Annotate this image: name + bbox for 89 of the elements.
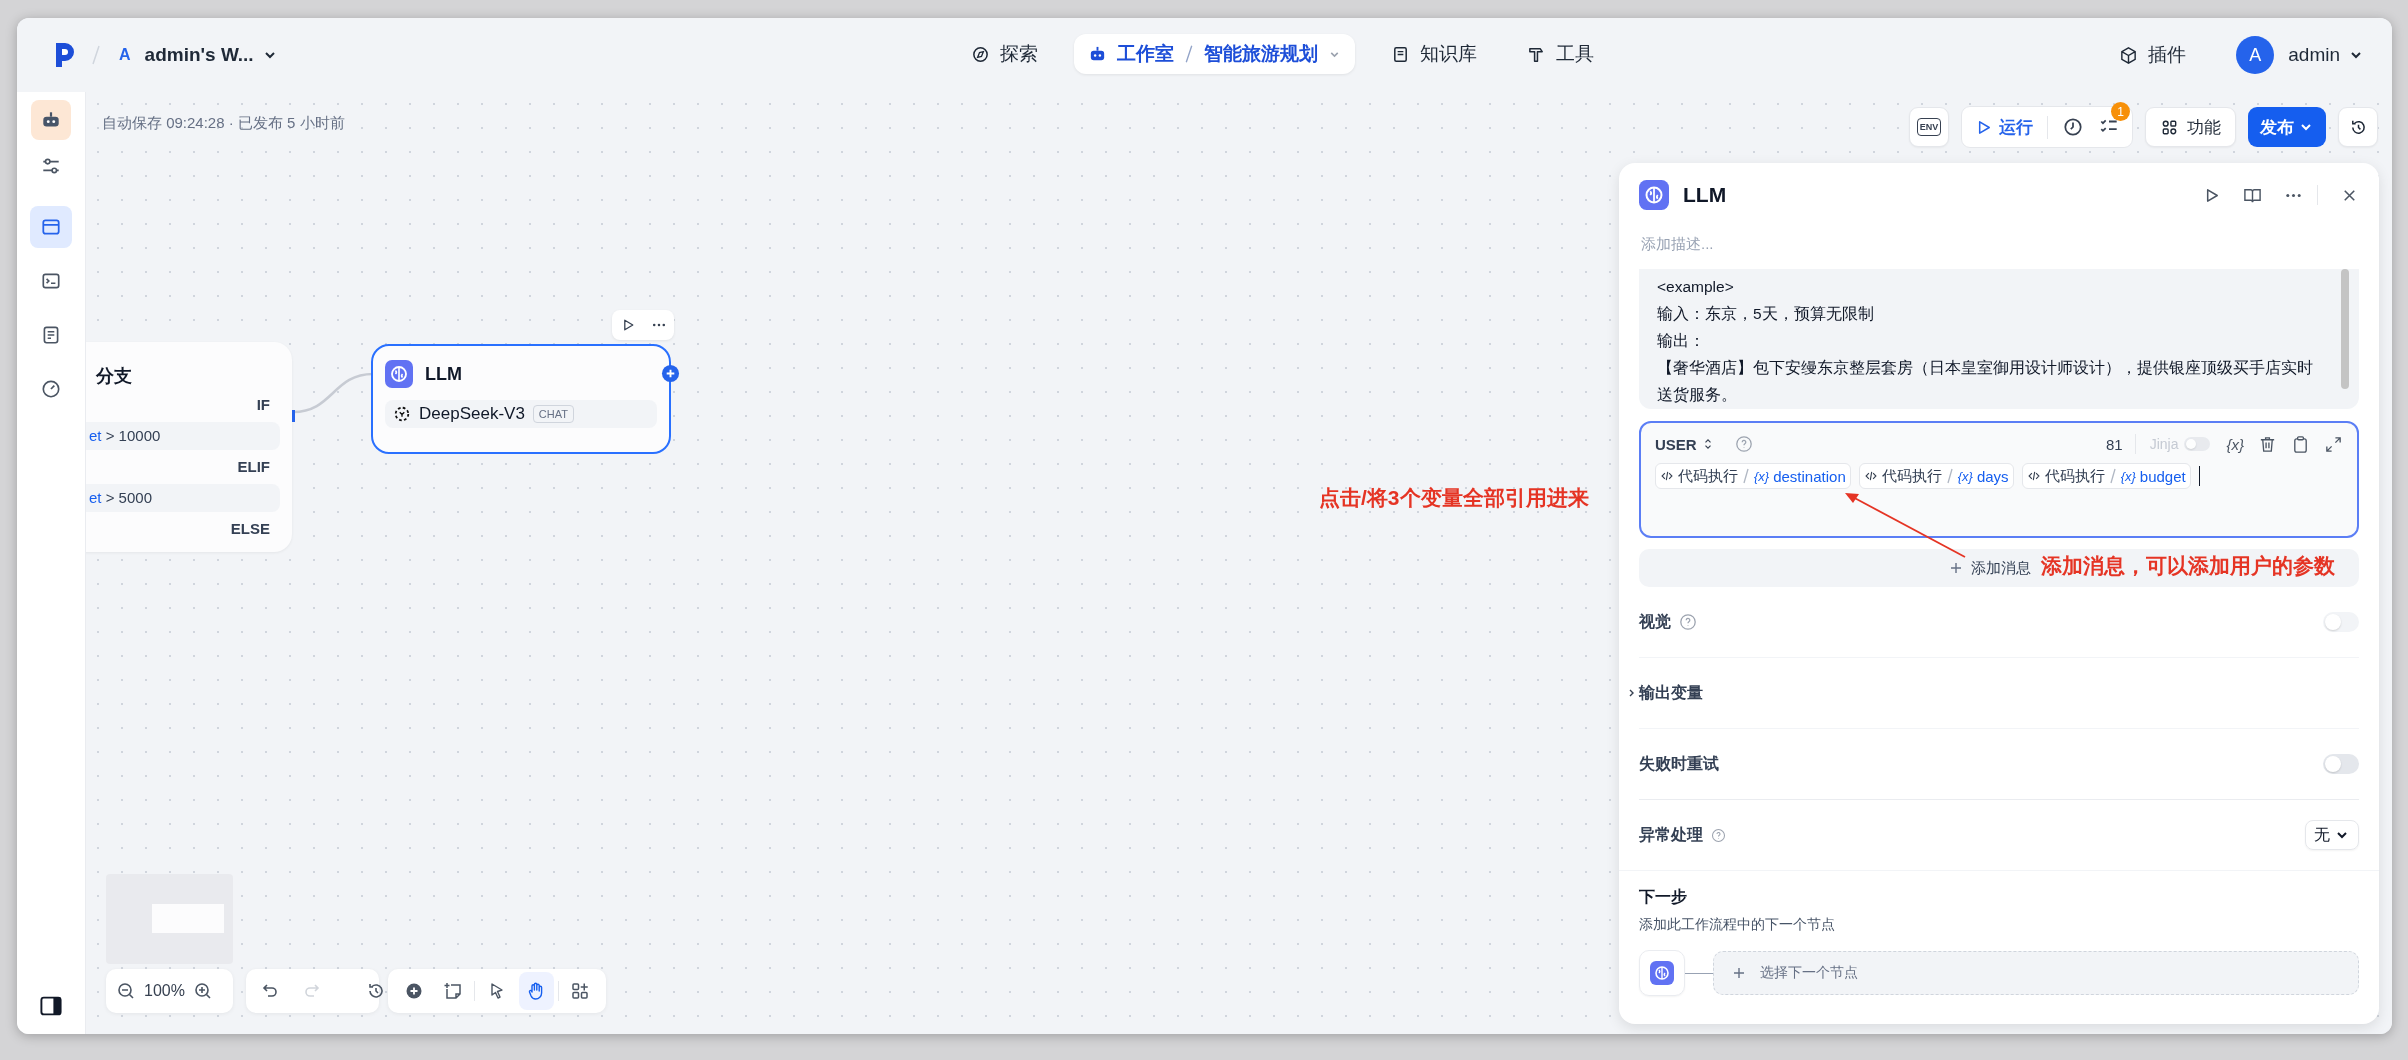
user-menu[interactable]: admin: [2288, 44, 2364, 66]
divider-slash: [2108, 467, 2117, 485]
vision-toggle[interactable]: [2323, 612, 2359, 632]
variable-chip[interactable]: 代码执行 {x} destination: [1655, 463, 1851, 489]
prompt-line: 【奢华酒店】包下安缦东京整层套房（日本皇室御用设计师设计），提供银座顶级买手店实时送货服务。: [1657, 358, 2314, 405]
brain-icon: [385, 360, 413, 388]
brain-icon: [1639, 180, 1669, 210]
llm-node[interactable]: LLM DeepSeek-V3 CHAT: [371, 344, 671, 454]
condition-row: et > 5000: [86, 484, 280, 512]
sidebar-toggle-icon[interactable]: [39, 994, 63, 1018]
cube-icon: [2119, 45, 2139, 65]
prompt-line: <example>: [1657, 277, 1735, 297]
sidebar-item[interactable]: [30, 206, 72, 248]
book-icon: [1391, 44, 1410, 64]
prompt-line: 输出：: [1657, 331, 1706, 351]
output-variables-label[interactable]: 输出变量: [1639, 682, 1703, 704]
branch-handle[interactable]: [292, 410, 295, 422]
retry-toggle[interactable]: [2323, 754, 2359, 774]
clock-play-icon[interactable]: [2062, 116, 2084, 138]
workspace-switcher[interactable]: admin's W...: [144, 44, 278, 66]
canvas-tool[interactable]: [518, 972, 554, 1010]
app-icon[interactable]: [31, 100, 71, 140]
history-icon[interactable]: [366, 981, 386, 1001]
history-button[interactable]: [2338, 107, 2378, 147]
retry-label: 失败时重试: [1639, 753, 1719, 774]
model-icon: [393, 405, 411, 423]
next-step-title: 下一步: [1639, 887, 1688, 907]
plus-icon: [1732, 966, 1746, 980]
user-avatar[interactable]: A: [2236, 36, 2275, 74]
workspace-avatar: A: [119, 46, 131, 64]
compass-icon: [971, 44, 990, 64]
plus-icon: [1949, 561, 1963, 575]
error-handling-label: 异常处理: [1639, 824, 1703, 845]
gauge-icon: [40, 378, 62, 400]
node-title: 分支: [96, 365, 133, 388]
role-selector[interactable]: USER: [1655, 435, 1697, 453]
nav-tab[interactable]: 知识库: [1377, 34, 1491, 74]
variable-chip[interactable]: 代码执行 {x} budget: [2021, 463, 2191, 489]
branch-label: IF: [256, 396, 270, 414]
code-icon: [1660, 469, 1674, 483]
add-node-icon[interactable]: [661, 364, 680, 383]
if-else-node[interactable]: 分支 IF et > 10000 ELIF et > 5000 ELSE: [86, 342, 292, 552]
system-prompt-editor[interactable]: <example> 输入：东京，5天，预算无限制 输出： 【奢华酒店】包下安缦东京整层套房（日本皇室御用设计师设计），提供银座顶级买手店实时送货服务。: [1639, 269, 2359, 409]
zoom-out-icon[interactable]: [116, 981, 136, 1001]
annotation-text: 添加消息，可以添加用户的参数: [2041, 553, 2335, 579]
token-count: 81: [2106, 435, 2123, 453]
insert-variable-button[interactable]: {x}: [2226, 435, 2244, 453]
publish-button[interactable]: 发布: [2248, 107, 2326, 147]
code-icon: [1863, 469, 1878, 483]
notification-badge: 1: [2111, 102, 2130, 121]
zoom-level[interactable]: 100%: [144, 982, 185, 1000]
jinja-toggle[interactable]: [2184, 437, 2211, 451]
note-icon: [442, 981, 463, 1001]
model-selector[interactable]: DeepSeek-V3 CHAT: [385, 400, 657, 428]
next-node-select[interactable]: 选择下一个节点: [1713, 951, 2359, 995]
prompt-line: 输入：东京，5天，预算无限制: [1657, 304, 1875, 324]
plugins-link[interactable]: 插件: [2105, 35, 2201, 75]
env-button[interactable]: ENV: [1909, 107, 1949, 147]
next-step-description: 添加此工作流程中的下一个节点: [1639, 916, 1836, 934]
nav-tab[interactable]: 工作室 智能旅游规划: [1074, 34, 1355, 74]
features-button[interactable]: 功能: [2145, 107, 2236, 147]
node-title: LLM: [425, 363, 462, 385]
autosave-status: 自动保存 09:24:28 · 已发布 5 小时前: [102, 114, 345, 133]
divider-slash: [1945, 467, 1954, 485]
expand-icon[interactable]: [2324, 434, 2343, 454]
annotation-text: 点击/将3个变量全部引用进来: [1319, 485, 1589, 511]
layout-icon: [570, 981, 591, 1001]
code-icon: [2026, 469, 2041, 483]
branch-label: ELIF: [237, 458, 270, 476]
error-handling-select[interactable]: 无: [2305, 820, 2359, 850]
divider-slash: [91, 43, 101, 67]
nav-tab[interactable]: 工具: [1513, 34, 1608, 74]
sort-icon: [1702, 437, 1713, 451]
panel-title: LLM: [1683, 183, 1727, 207]
condition-row: et > 10000: [86, 422, 280, 450]
nav-tab[interactable]: 探索: [957, 34, 1052, 74]
zoom-in-icon[interactable]: [192, 981, 213, 1001]
branch-label: ELSE: [230, 520, 270, 538]
trash-icon[interactable]: [2258, 434, 2277, 454]
run-button[interactable]: 运行: [1974, 115, 2048, 139]
scrollbar-thumb[interactable]: [2341, 269, 2349, 389]
divider-slash: [1742, 467, 1750, 485]
divider-slash: [1184, 43, 1194, 65]
vision-label: 视觉: [1639, 611, 1671, 632]
brain-icon: [1650, 961, 1674, 985]
app-logo[interactable]: [53, 41, 77, 69]
variable-chip[interactable]: 代码执行 {x} days: [1858, 463, 2014, 489]
mode-tag: CHAT: [532, 405, 574, 423]
clipboard-icon[interactable]: [2291, 434, 2310, 454]
